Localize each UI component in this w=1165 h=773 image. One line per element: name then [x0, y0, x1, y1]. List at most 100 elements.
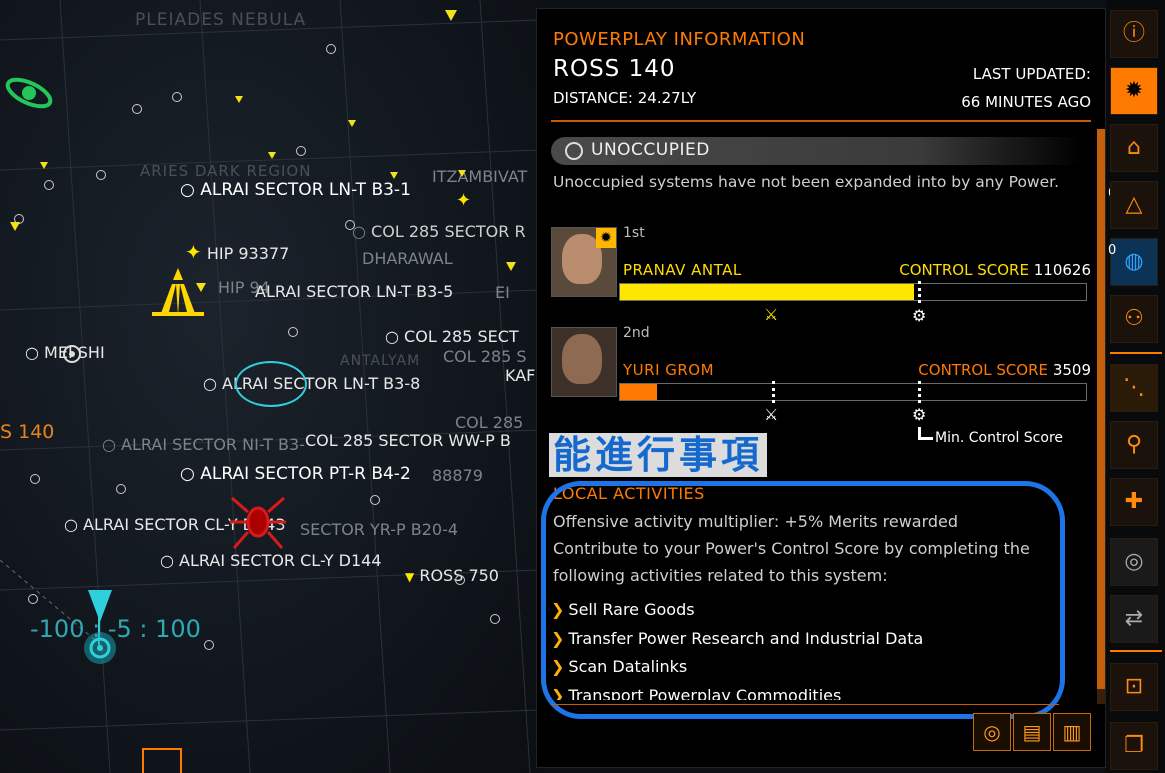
selected-system-ring[interactable] — [235, 361, 307, 407]
powerplay-info-panel: POWERPLAY INFORMATION ROSS 140 DISTANCE:… — [536, 8, 1106, 768]
map-label: ANTALYAM — [340, 353, 421, 369]
system-label[interactable]: ○ ALRAI SECTOR CL-Y D144 — [160, 551, 382, 570]
galaxy-map[interactable]: PLEIADES NEBULA ARIES DARK REGION ITZAMB… — [0, 0, 540, 773]
target-icon[interactable]: ◎ — [1110, 538, 1158, 586]
users-icon[interactable]: ⚇ — [1110, 295, 1158, 343]
header-divider — [551, 120, 1091, 122]
map-label: ARIES DARK REGION — [140, 162, 312, 180]
star-marker[interactable] — [116, 484, 126, 494]
star-marker[interactable] — [490, 614, 500, 624]
map-label: COL 285 S — [443, 347, 527, 366]
bookmark-icon[interactable]: ✚ — [1110, 478, 1158, 526]
map-label: PLEIADES NEBULA — [135, 10, 307, 30]
star-marker[interactable] — [172, 92, 182, 102]
annotation-highlight-ring — [541, 481, 1065, 719]
globe-icon[interactable]: ◎ — [973, 713, 1011, 751]
map-label: ITZAMBIVAT — [432, 167, 528, 186]
player-location-icon[interactable] — [78, 588, 122, 672]
power-portrait-avatar[interactable] — [551, 327, 617, 397]
system-label[interactable]: COL 285 SECTOR WW-P B — [305, 431, 511, 450]
focus-icon[interactable]: ⊡ — [1110, 663, 1158, 711]
power-rank: 2nd — [623, 325, 650, 341]
star-marker-yellow[interactable] — [390, 172, 398, 179]
globe-icon[interactable]: ◍ — [1110, 238, 1158, 286]
control-score-bar — [619, 383, 1087, 401]
right-toolbar: ⓘ ✹ ⌂ 0 △ 0 ◍ ⚇ ⋱ ⚲ ✚ ◎ ⇄ ⊡ ❐ — [1106, 0, 1165, 773]
star-marker[interactable] — [28, 594, 38, 604]
star-marker-yellow[interactable] — [506, 262, 516, 271]
star-marker[interactable] — [345, 220, 355, 230]
scrollbar-thumb[interactable] — [1097, 129, 1105, 689]
star-marker[interactable] — [30, 474, 40, 484]
min-score-bracket-icon — [918, 427, 933, 440]
status-badge: UNOCCUPIED — [551, 137, 1081, 165]
toolbar-divider — [1110, 650, 1162, 652]
swap-icon[interactable]: ⇄ — [1110, 595, 1158, 643]
star-marker-yellow[interactable] — [458, 170, 466, 177]
system-label[interactable]: ✦ HIP 93377 — [185, 240, 289, 264]
control-score: CONTROL SCORE 3509 — [918, 361, 1091, 379]
star-marker-yellow[interactable] — [235, 96, 243, 103]
system-label[interactable]: ▼ ROSS 750 — [405, 566, 499, 585]
toolbar-divider — [1110, 352, 1162, 354]
powerplay-badge-icon: ✹ — [596, 228, 616, 248]
thargoid-icon[interactable] — [228, 492, 288, 552]
system-label[interactable]: ○ COL 285 SECTOR R — [352, 222, 526, 241]
last-updated-value: 66 MINUTES AGO — [961, 93, 1091, 111]
power-name: YURI GROM — [623, 361, 715, 379]
info-icon[interactable]: ⓘ — [1110, 10, 1158, 58]
star-marker[interactable] — [204, 640, 214, 650]
status-text: UNOCCUPIED — [591, 140, 710, 160]
star-marker-yellow[interactable] — [10, 222, 20, 231]
book-icon[interactable]: ▤ — [1013, 713, 1051, 751]
star-marker-yellow[interactable] — [40, 162, 48, 169]
route-nodes-icon[interactable]: ⋱ — [1110, 364, 1158, 412]
galaxy-icon[interactable] — [4, 68, 54, 118]
star-marker-yellow[interactable] — [348, 120, 356, 127]
star-marker[interactable] — [326, 44, 336, 54]
map-label: COL 285 — [455, 413, 524, 432]
star-marker-yellow[interactable] — [268, 152, 276, 159]
powerplay-icon[interactable]: ✹ — [1110, 67, 1158, 115]
current-system-label[interactable]: S 140 — [0, 421, 54, 443]
star-marker[interactable] — [132, 104, 142, 114]
system-label[interactable]: ○ COL 285 SECT — [385, 327, 519, 346]
system-label[interactable]: ○ ALRAI SECTOR LN-T B3-1 — [180, 180, 411, 200]
star-marker[interactable] — [96, 170, 106, 180]
system-distance: DISTANCE: 24.27LY — [553, 89, 697, 107]
route-icon[interactable]: ⌂ — [1110, 124, 1158, 172]
control-score-fill — [620, 384, 658, 400]
station-icon[interactable] — [62, 344, 82, 364]
attack-threshold-marker — [772, 381, 779, 403]
footer-divider — [551, 704, 1059, 705]
star-marker[interactable] — [296, 146, 306, 156]
rings-icon[interactable]: △ — [1110, 181, 1158, 229]
power-portrait-avatar[interactable]: ✹ — [551, 227, 617, 297]
panel-title: POWERPLAY INFORMATION — [553, 29, 806, 50]
faction-icon[interactable] — [142, 748, 182, 773]
star-marker-yellow[interactable] — [445, 10, 457, 21]
star-burst-icon[interactable]: ✦ — [456, 192, 474, 210]
annotation-caption: 能進行事項 — [549, 433, 768, 477]
copy-icon[interactable]: ❐ — [1110, 722, 1158, 770]
book-stack-icon[interactable]: ▥ — [1053, 713, 1091, 751]
star-marker[interactable] — [44, 180, 54, 190]
map-label: EI — [495, 283, 510, 302]
system-label[interactable]: ○ ALRAI SECTOR PT-R B4-2 — [180, 464, 411, 484]
map-label: KAF — [505, 366, 536, 385]
star-marker[interactable] — [288, 327, 298, 337]
system-label[interactable]: ALRAI SECTOR LN-T B3-5 — [255, 282, 453, 301]
system-label[interactable]: ○ ALRAI SECTOR NI-T B3- — [102, 435, 305, 454]
star-marker[interactable] — [370, 495, 380, 505]
globe-count: 0 — [1108, 243, 1117, 258]
crossed-swords-icon: ⚔ — [764, 405, 779, 424]
star-marker[interactable] — [455, 575, 465, 585]
control-score: CONTROL SCORE 110626 — [899, 261, 1091, 279]
map-pin-icon[interactable]: ⚲ — [1110, 421, 1158, 469]
nebula-icon[interactable] — [150, 266, 206, 320]
power-rank: 1st — [623, 225, 645, 241]
min-score-marker — [918, 281, 925, 303]
map-label: DHARAWAL — [362, 249, 453, 268]
min-score-legend: Min. Control Score — [935, 430, 1064, 446]
crossed-swords-icon: ⚔ — [764, 305, 779, 324]
